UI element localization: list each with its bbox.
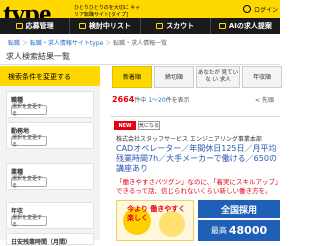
filter-salary: 年収 選択を変更する	[6, 202, 94, 229]
nav-tab-shortlist[interactable]: 検討中リスト	[69, 18, 140, 34]
count-unit: 件中	[134, 97, 147, 104]
job-catchcopy: 「働きやすさバツグン」なのに、「着実にスキルアップ」できるって話、信じられないく…	[116, 178, 282, 195]
company-name: 株式会社スタッフサービス エンジニアリング事業本部	[116, 136, 262, 143]
change-button[interactable]: 選択を変更する	[11, 104, 47, 117]
favorite-checkbox[interactable]: 気になる	[138, 121, 160, 130]
image-caption: 今より 働きやすく 楽しく	[127, 205, 186, 222]
filter-job-type: 職種 選択を変更する	[6, 91, 94, 118]
tagline: ひとりひとりのを大切に キャリア転職サイト[タイプ]	[74, 5, 141, 18]
new-badge: NEW	[114, 121, 136, 130]
change-button[interactable]: 選択を変更する	[11, 176, 47, 189]
login-label: ログイン	[253, 6, 278, 14]
nav-label: 検討中リスト	[88, 22, 131, 30]
breadcrumb-sep: ＞	[105, 40, 114, 47]
filter-overtime: 日安残業時間（月間）	[6, 233, 94, 246]
nav-label: AIの求人提案	[228, 22, 272, 30]
user-icon	[242, 5, 251, 13]
count-suffix: 件を表示	[165, 97, 190, 104]
divider	[0, 64, 280, 65]
tab-salary[interactable]: 年収順	[242, 66, 282, 88]
main-nav: 応募管理 検討中リスト スカウト AIの求人提案	[0, 18, 280, 34]
breadcrumb-current: 転職・求人情報一覧	[113, 40, 168, 47]
nav-tab-ai[interactable]: AIの求人提案	[209, 18, 280, 34]
salary-value: 48000	[228, 224, 268, 237]
filter-title: 日安残業時間（月間）	[11, 239, 72, 246]
sidebar-header: 検索条件を変更する	[0, 66, 100, 86]
filter-location: 勤務地 選択を変更する	[6, 122, 94, 149]
tab-deadline[interactable]: 締切順	[154, 66, 194, 88]
login-link[interactable]: ログイン	[216, 3, 280, 15]
scout-icon	[156, 23, 164, 29]
mail-icon	[15, 23, 23, 29]
breadcrumb: 転職 ＞ 転職・求人情報サイトtype ＞ 転職・求人情報一覧	[8, 38, 167, 47]
nav-tab-scout[interactable]: スカウト	[139, 18, 210, 34]
change-button[interactable]: 選択を変更する	[11, 135, 47, 148]
change-button[interactable]: 選択を変更する	[11, 215, 47, 228]
breadcrumb-home[interactable]: 転職	[8, 40, 20, 47]
salary-prefix: 最高	[210, 226, 227, 235]
filter-industry: 業種 選択を変更する	[6, 163, 94, 190]
breadcrumb-parent[interactable]: 転職・求人情報サイトtype	[30, 40, 103, 47]
nationwide-badge: 全国採用	[198, 200, 280, 218]
job-card[interactable]: NEW 気になる 株式会社スタッフサービス エンジニアリング事業本部 CADオペ…	[110, 116, 282, 241]
result-count: 2664件中 1〜20件を表示	[112, 95, 190, 104]
search-sidebar: 検索条件を変更する 職種 選択を変更する 勤務地 選択を変更する 業種 選択を変…	[0, 66, 100, 246]
salary-badge: 最高 48000	[198, 220, 280, 241]
job-title-link[interactable]: CADオペレーター／年間休日125日／月平均残業時間7h／大手メーカーで働ける／…	[116, 144, 284, 174]
nav-label: 応募管理	[25, 22, 54, 30]
tab-unseen[interactable]: あなたが 見ていな い 求人	[196, 66, 240, 88]
page-title: 求人検索結果一覧	[6, 52, 70, 61]
tab-newest[interactable]: 新着順	[112, 66, 152, 88]
count-range: 1〜20	[148, 97, 166, 104]
first-page-link[interactable]: < 先頭	[255, 95, 274, 104]
nav-label: スカウト	[166, 22, 195, 30]
count-number: 2664	[112, 95, 135, 104]
breadcrumb-sep: ＞	[21, 40, 30, 47]
job-image: 今より 働きやすく 楽しく	[116, 200, 194, 241]
list-icon	[78, 23, 86, 29]
ai-icon	[218, 23, 226, 29]
nav-tab-applications[interactable]: 応募管理	[0, 18, 70, 34]
